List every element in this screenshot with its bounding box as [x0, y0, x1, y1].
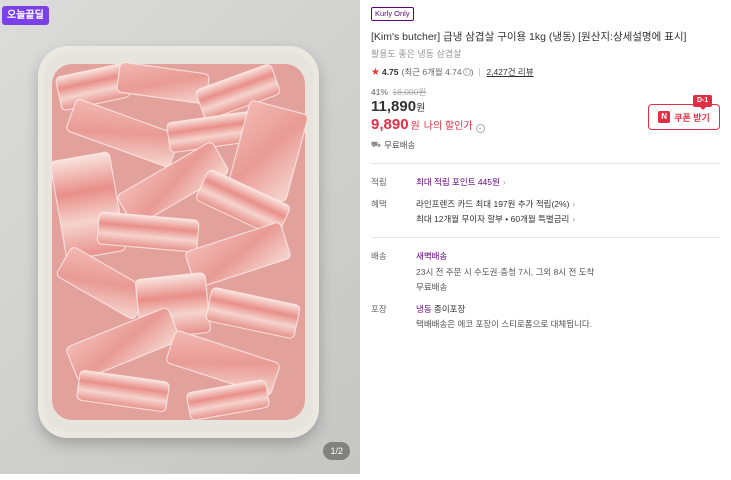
- delivery-label: 배송: [371, 251, 387, 261]
- rating-row: ★ 4.75 (최근 6개월 4.74 i ) 2,427건 리뷰: [371, 66, 534, 78]
- sale-price: 11,890원: [371, 98, 425, 115]
- packaging-type: 냉동 종이포장: [416, 303, 465, 315]
- my-price-value: 9,890: [371, 116, 409, 133]
- review-count-link[interactable]: 2,427건 리뷰: [486, 66, 533, 78]
- product-subtitle: 활용도 좋은 냉동 삼겹살: [371, 49, 462, 59]
- packaging-type-strong: 냉동: [416, 304, 432, 314]
- dday-badge: D-1: [693, 95, 713, 110]
- free-shipping: ⛟ 무료배송: [371, 139, 415, 151]
- packaging-desc: 택배배송은 에코 포장이 스티로폼으로 대체됩니다.: [416, 319, 593, 329]
- coupon-button[interactable]: N 쿠폰 받기: [648, 104, 720, 130]
- divider: [479, 68, 481, 76]
- image-pager[interactable]: 1/2: [323, 442, 350, 460]
- my-price-label: 나의 할인가: [423, 121, 473, 132]
- points-link[interactable]: 최대 적립 포인트 445원 ›: [416, 176, 506, 188]
- benefits-label: 혜택: [371, 199, 387, 209]
- delivery-type: 새벽배송: [416, 251, 448, 261]
- product-title: [Kim's butcher] 급냉 삼겹살 구이용 1kg (냉동) [원산지…: [371, 31, 687, 43]
- benefit-installment-text: 최대 12개월 무이자 할부 • 60개월 특별금리: [416, 214, 570, 224]
- delivery-desc: 23시 전 주문 시 수도권·충청 7시, 그외 8시 전 도착: [416, 267, 595, 277]
- rating-recent-close: ): [470, 67, 474, 77]
- discount-rate: 41%: [371, 87, 389, 97]
- chevron-right-icon: ›: [502, 177, 506, 187]
- points-value: 최대 적립 포인트 445원: [416, 177, 500, 187]
- free-shipping-label: 무료배송: [384, 140, 416, 150]
- benefit-card-text: 라인프렌즈 카드 최대 197원 추가 적립(2%): [416, 199, 570, 209]
- divider: [371, 237, 720, 238]
- naver-n-icon: N: [658, 111, 671, 123]
- benefit-installment-link[interactable]: 최대 12개월 무이자 할부 • 60개월 특별금리 ›: [416, 213, 575, 225]
- divider: [371, 163, 720, 164]
- chevron-right-icon: ›: [572, 199, 576, 209]
- rating-value: 4.75: [381, 67, 399, 77]
- discount-row: 41% 18,000원: [371, 86, 426, 98]
- original-price: 18,000원: [392, 87, 427, 97]
- rating-recent: (최근 6개월 4.74: [401, 67, 462, 77]
- star-icon: ★: [371, 66, 380, 78]
- my-price-unit: 원: [410, 121, 420, 132]
- packaging-label: 포장: [371, 304, 387, 314]
- sale-price-unit: 원: [416, 103, 426, 114]
- chevron-down-icon[interactable]: ⌄: [475, 124, 485, 133]
- benefit-card-link[interactable]: 라인프렌즈 카드 최대 197원 추가 적립(2%) ›: [416, 198, 575, 210]
- kurly-only-badge: Kurly Only: [371, 7, 414, 21]
- truck-icon: ⛟: [371, 140, 382, 149]
- today-deal-badge: 오늘끝딜: [2, 6, 49, 25]
- sale-price-value: 11,890: [371, 98, 417, 115]
- delivery-free: 무료배송: [416, 282, 448, 292]
- product-page: 오늘끝딜 1/2 Kurly Only [Kim's butcher] 급냉 삼…: [0, 0, 731, 480]
- coupon-label: 쿠폰 받기: [674, 112, 710, 123]
- packaging-type-rest: 종이포장: [431, 304, 466, 314]
- product-image-gallery[interactable]: 오늘끝딜 1/2: [0, 0, 360, 474]
- info-icon[interactable]: i: [462, 68, 471, 76]
- chevron-right-icon: ›: [572, 214, 576, 224]
- pork-belly-image: [49, 61, 309, 421]
- points-label: 적립: [371, 177, 387, 187]
- my-discount-price[interactable]: 9,890 원 나의 할인가 ⌄: [371, 116, 485, 133]
